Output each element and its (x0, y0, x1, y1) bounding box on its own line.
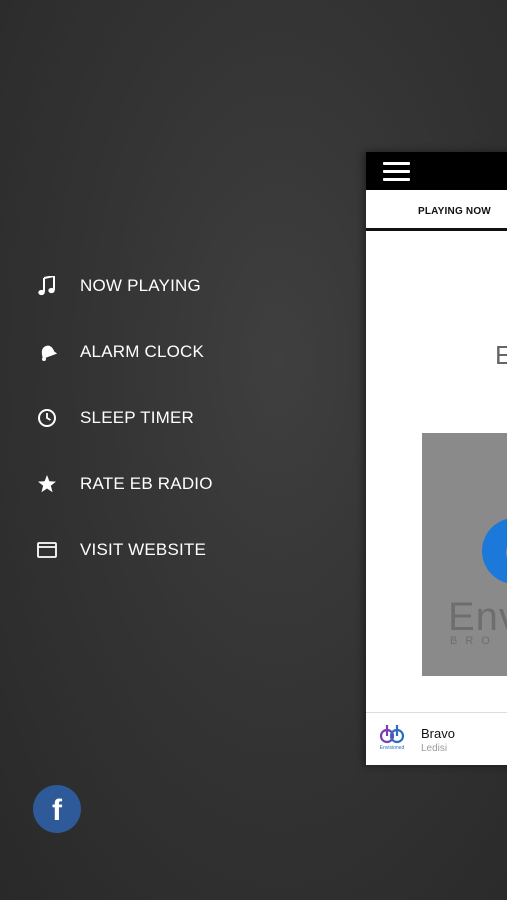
navigation-bar (366, 152, 507, 190)
artwork-logo-mark (482, 518, 507, 584)
clock-icon (36, 407, 58, 429)
hamburger-menu-icon[interactable] (383, 162, 410, 181)
alarm-bell-icon (36, 341, 58, 363)
station-mini-logo: Envisioned (376, 723, 408, 753)
browser-window-icon (36, 539, 58, 561)
menu-item-sleep-timer[interactable]: SLEEP TIMER (0, 385, 300, 451)
menu-label-alarm-clock: ALARM CLOCK (80, 342, 205, 361)
side-menu: NOW PLAYING ALARM CLOCK SLEEP TIMER RATE… (0, 253, 300, 583)
station-logo-text: E (495, 340, 507, 370)
mini-player[interactable]: Envisioned Bravo Ledisi (366, 712, 507, 765)
menu-label-visit-website: VISIT WEBSITE (80, 540, 207, 559)
menu-item-visit-website[interactable]: VISIT WEBSITE (0, 517, 300, 583)
star-icon (36, 473, 58, 495)
artwork-logo-text: Env (448, 595, 507, 639)
menu-item-rate[interactable]: RATE EB RADIO (0, 451, 300, 517)
menu-label-sleep-timer: SLEEP TIMER (80, 408, 195, 427)
facebook-button[interactable]: f (33, 785, 81, 833)
menu-item-alarm-clock[interactable]: ALARM CLOCK (0, 319, 300, 385)
song-artist: Ledisi (421, 743, 448, 754)
main-content-panel[interactable]: PLAYING NOW E Env BRO Envisioned Bravo L… (366, 152, 507, 765)
menu-label-now-playing: NOW PLAYING (80, 276, 201, 295)
menu-label-rate: RATE EB RADIO (80, 474, 213, 493)
album-artwork: Env BRO (422, 433, 507, 676)
tab-bar: PLAYING NOW (366, 190, 507, 231)
menu-item-now-playing[interactable]: NOW PLAYING (0, 253, 300, 319)
tab-playing-now[interactable]: PLAYING NOW (418, 206, 491, 217)
music-note-icon (36, 275, 58, 297)
facebook-icon: f (52, 793, 62, 827)
artwork-logo-subtext: BRO (450, 635, 498, 647)
song-title: Bravo (421, 726, 455, 741)
